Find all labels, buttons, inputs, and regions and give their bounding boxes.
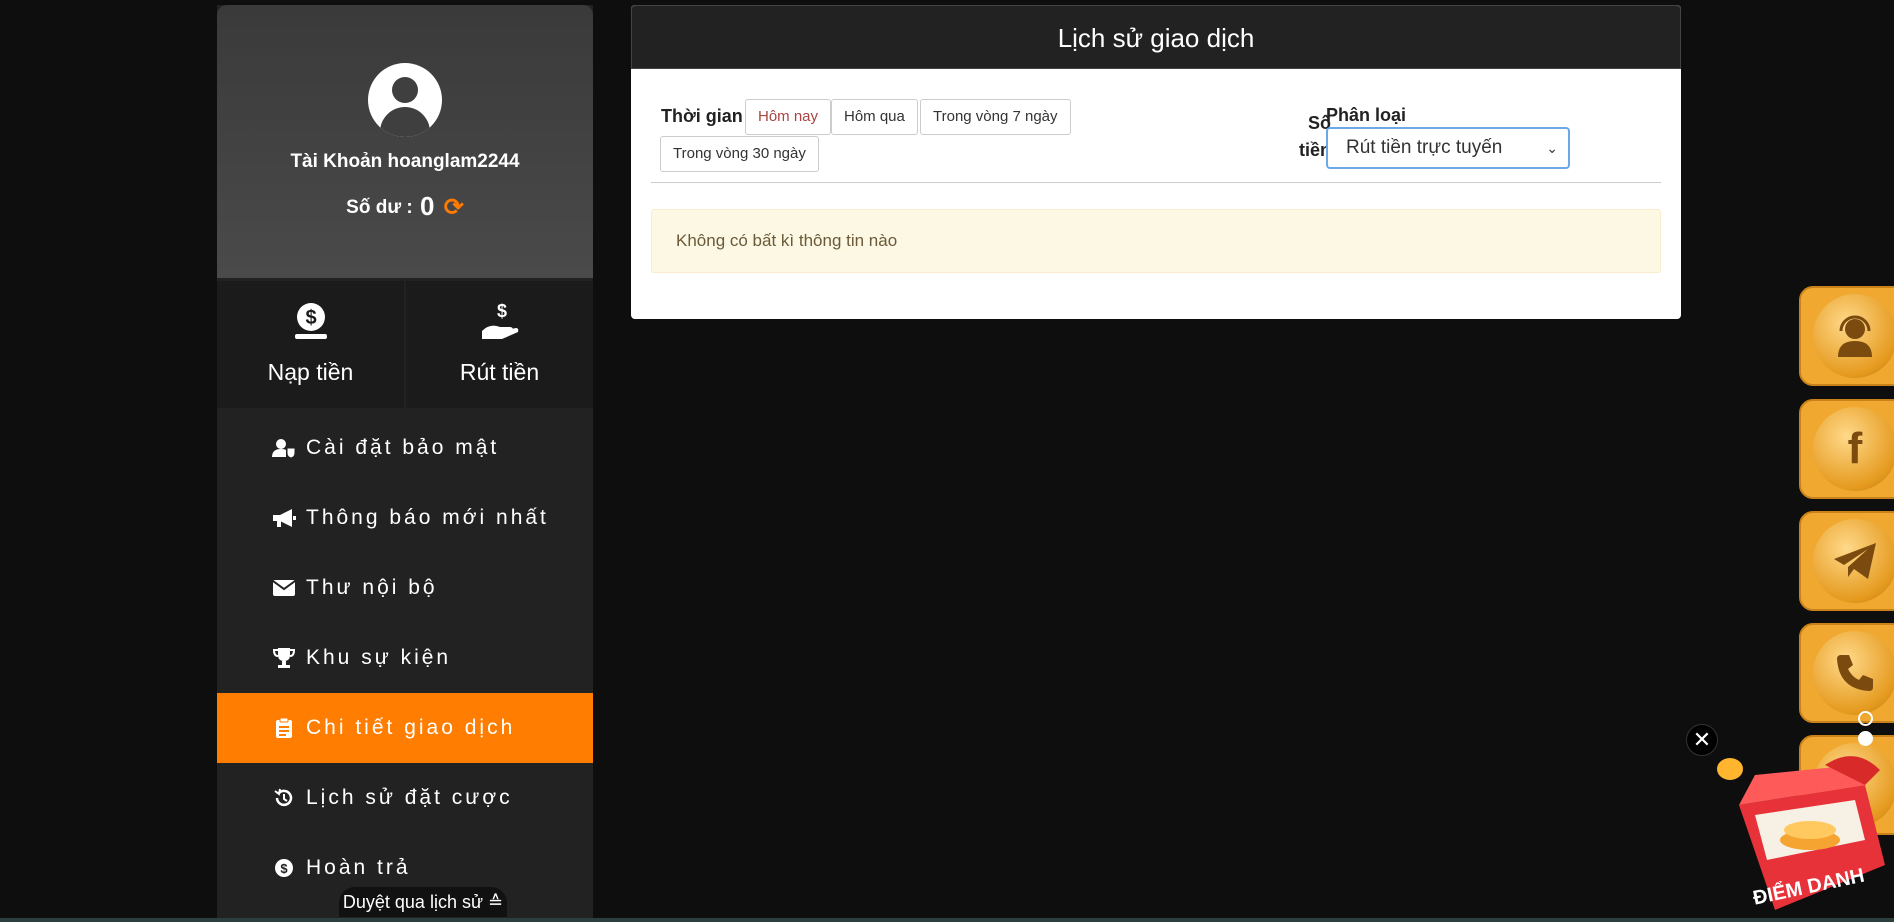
support-float-button[interactable] <box>1799 286 1894 386</box>
withdraw-button[interactable]: $ Rút tiền <box>406 281 593 408</box>
sidebar-item-label: Chi tiết giao dịch <box>306 716 516 739</box>
telegram-float-button[interactable] <box>1799 511 1894 611</box>
svg-text:$: $ <box>280 861 288 876</box>
sidebar-item-label: Cài đặt bảo mật <box>306 436 500 459</box>
withdraw-label: Rút tiền <box>459 359 540 385</box>
chevron-down-icon: ⌄ <box>1546 140 1558 156</box>
sidebar-item-security[interactable]: Cài đặt bảo mật <box>217 413 593 483</box>
phone-icon <box>1813 631 1894 715</box>
user-shield-icon <box>272 438 296 458</box>
refresh-icon[interactable]: ⟳ <box>444 194 464 221</box>
amount-label: Số tiền <box>1271 110 1331 164</box>
filter-today-button[interactable]: Hôm nay <box>745 99 832 135</box>
avatar-icon <box>368 63 442 137</box>
balance-label: Số dư : <box>346 197 413 218</box>
category-select[interactable]: Rút tiền trực tuyến ⌄ <box>1326 127 1570 169</box>
browse-history-tab[interactable]: Duyệt qua lịch sử ≙ <box>339 887 507 917</box>
sidebar-item-transaction-details[interactable]: Chi tiết giao dịch <box>217 693 593 763</box>
sidebar-item-events[interactable]: Khu sự kiện <box>217 623 593 693</box>
sidebar-item-notifications[interactable]: Thông báo mới nhất <box>217 483 593 553</box>
page-title: Lịch sử giao dịch <box>631 5 1681 69</box>
account-label: Tài Khoản hoanglam2244 <box>290 151 520 172</box>
category-label: Phân loại <box>1326 105 1407 125</box>
filter-30days-button[interactable]: Trong vòng 30 ngày <box>660 136 819 172</box>
clipboard-icon <box>272 718 296 738</box>
trophy-icon <box>272 648 296 668</box>
empty-state-alert: Không có bất kì thông tin nào <box>651 209 1661 273</box>
svg-text:$: $ <box>497 301 507 321</box>
deposit-icon: $ <box>295 303 327 339</box>
profile-panel: Tài Khoản hoanglam2244 Số dư : 0 ⟳ <box>217 5 593 278</box>
filter-yesterday-button[interactable]: Hôm qua <box>831 99 918 135</box>
deposit-button[interactable]: $ Nạp tiền <box>217 281 404 408</box>
sidebar-item-bet-history[interactable]: Lịch sử đặt cược <box>217 763 593 833</box>
sidebar-item-label: Thông báo mới nhất <box>306 506 549 529</box>
quick-actions: $ Nạp tiền $ Rút tiền <box>217 281 593 408</box>
checkin-gift-icon[interactable]: ĐIỂM DANH <box>1715 745 1894 915</box>
time-filter-label: Thời gian <box>661 106 743 126</box>
pager-dot[interactable] <box>1858 711 1873 726</box>
facebook-float-button[interactable]: f <box>1799 399 1894 499</box>
deposit-label: Nạp tiền <box>267 359 354 385</box>
filter-7days-button[interactable]: Trong vòng 7 ngày <box>920 99 1071 135</box>
transaction-history-card: Lịch sử giao dịch Thời gian Hôm nay Hôm … <box>631 5 1681 319</box>
category-selected-value: Rút tiền trực tuyến <box>1346 137 1503 158</box>
sidebar: Tài Khoản hoanglam2244 Số dư : 0 ⟳ $ Nạp… <box>217 5 593 922</box>
history-icon <box>272 788 296 808</box>
svg-text:$: $ <box>305 307 316 329</box>
balance-row: Số dư : 0 ⟳ <box>217 191 593 222</box>
divider <box>651 182 1661 183</box>
phone-float-button[interactable] <box>1799 623 1894 723</box>
sidebar-item-label: Lịch sử đặt cược <box>306 786 513 809</box>
megaphone-icon <box>272 508 296 528</box>
envelope-icon <box>272 580 296 596</box>
facebook-icon: f <box>1847 424 1863 473</box>
sidebar-item-label: Hoàn trả <box>306 856 411 879</box>
headset-icon <box>1813 294 1894 378</box>
pager-dot-active[interactable] <box>1858 731 1873 746</box>
sidebar-item-inbox[interactable]: Thư nội bộ <box>217 553 593 623</box>
bottom-bar <box>0 918 1894 922</box>
withdraw-icon: $ <box>482 301 519 339</box>
telegram-icon <box>1813 519 1894 603</box>
sidebar-menu: Cài đặt bảo mật Thông báo mới nhất Thư n… <box>217 413 593 903</box>
sidebar-item-label: Khu sự kiện <box>306 646 452 669</box>
balance-value: 0 <box>419 191 435 221</box>
dollar-circle-icon: $ <box>272 858 296 878</box>
close-icon[interactable]: ✕ <box>1686 724 1718 756</box>
sidebar-item-label: Thư nội bộ <box>306 576 438 599</box>
